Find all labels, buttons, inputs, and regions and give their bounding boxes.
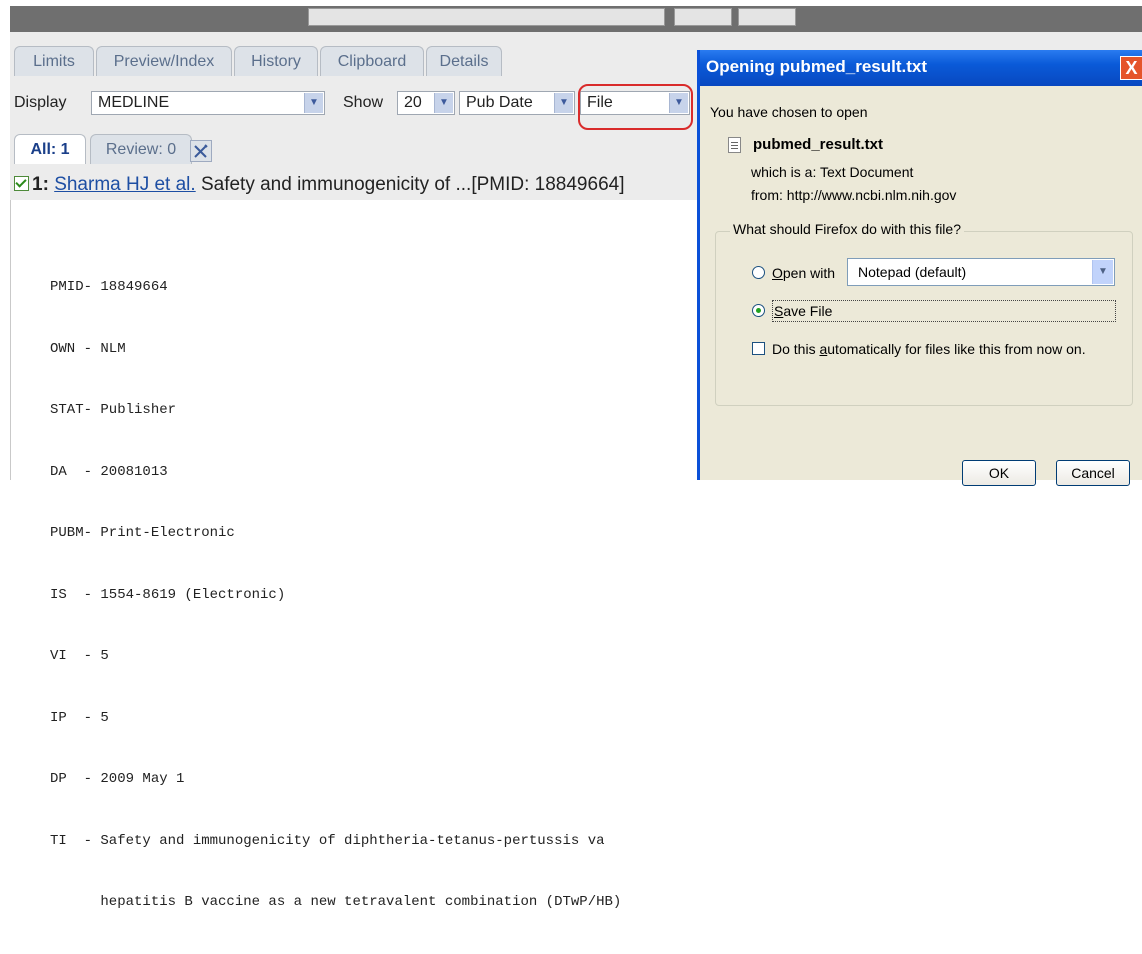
sort-select-value: Pub Date <box>466 94 533 111</box>
dialog-title: Opening pubmed_result.txt <box>706 57 928 76</box>
medline-line: IP - 5 <box>50 709 109 726</box>
show-select-value: 20 <box>404 94 422 111</box>
tab-preview-index[interactable]: Preview/Index <box>96 46 232 76</box>
search-field[interactable] <box>308 8 665 26</box>
show-label: Show <box>343 94 384 111</box>
tab-limits[interactable]: Limits <box>14 46 94 76</box>
display-select-value: MEDLINE <box>98 94 170 111</box>
medline-line: IS - 1554-8619 (Electronic) <box>50 586 286 603</box>
show-select[interactable]: 20 ▼ <box>397 91 455 115</box>
dialog-body: You have chosen to open pubmed_result.tx… <box>700 86 1142 486</box>
go-button[interactable] <box>674 8 732 26</box>
save-file-label[interactable]: Save File <box>774 303 832 319</box>
author-link[interactable]: Sharma HJ et al. <box>54 174 196 195</box>
tab-details[interactable]: Details <box>426 46 502 76</box>
save-file-radio[interactable] <box>752 304 765 317</box>
close-icon[interactable]: X <box>1120 56 1142 80</box>
auto-checkbox[interactable] <box>752 342 765 355</box>
tab-review[interactable]: Review: 0 <box>90 134 192 164</box>
display-label: Display <box>14 94 67 111</box>
tab-history[interactable]: History <box>234 46 318 76</box>
open-with-radio[interactable] <box>752 266 765 279</box>
chevron-down-icon: ▼ <box>304 93 323 113</box>
highlight-outline <box>578 84 693 130</box>
result-title: Safety and immunogenicity of ...[PMID: 1… <box>195 174 625 195</box>
left-margin <box>0 32 10 480</box>
chevron-down-icon: ▼ <box>434 93 453 113</box>
file-name: pubmed_result.txt <box>753 136 884 153</box>
medline-line: DP - 2009 May 1 <box>50 771 185 787</box>
cancel-button[interactable]: Cancel <box>1056 460 1130 486</box>
action-question: What should Firefox do with this file? <box>730 221 964 237</box>
dialog-titlebar[interactable]: Opening pubmed_result.txt <box>700 50 1142 86</box>
chevron-down-icon: ▼ <box>554 93 573 113</box>
open-with-app-select[interactable]: Notepad (default) ▼ <box>847 258 1115 286</box>
medline-line: VI - 5 <box>50 648 109 664</box>
auto-label[interactable]: Do this automatically for files like thi… <box>772 341 1086 357</box>
clear-button[interactable] <box>738 8 796 26</box>
content-border <box>10 200 11 480</box>
file-type: which is a: Text Document <box>751 164 914 180</box>
file-source: from: http://www.ncbi.nlm.nih.gov <box>751 187 957 203</box>
sort-select[interactable]: Pub Date ▼ <box>459 91 575 115</box>
download-dialog: Opening pubmed_result.txt You have chose… <box>697 50 1142 486</box>
medline-line: OWN - NLM <box>50 340 126 357</box>
medline-line: PMID- 18849664 <box>50 279 168 295</box>
result-item: 1: Sharma HJ et al. Safety and immunogen… <box>14 174 624 196</box>
chosen-text: You have chosen to open <box>710 104 868 120</box>
tab-all[interactable]: All: 1 <box>14 134 86 164</box>
medline-line: PUBM- Print-Electronic <box>50 525 235 541</box>
text-file-icon <box>728 137 741 153</box>
tools-icon[interactable] <box>190 140 212 162</box>
medline-line: TI - Safety and immunogenicity of diphth… <box>50 832 605 849</box>
ok-button[interactable]: OK <box>962 460 1036 486</box>
open-with-app-value: Notepad (default) <box>858 264 967 280</box>
chevron-down-icon: ▼ <box>1092 260 1113 284</box>
medline-line: hepatitis B vaccine as a new tetravalent… <box>50 894 622 910</box>
result-number: 1: <box>32 174 49 195</box>
medline-line: STAT- Publisher <box>50 402 177 418</box>
search-bar <box>10 6 1142 32</box>
display-select[interactable]: MEDLINE ▼ <box>91 91 325 115</box>
result-checkbox[interactable] <box>14 176 29 191</box>
tab-clipboard[interactable]: Clipboard <box>320 46 424 76</box>
medline-record: PMID- 18849664 OWN - NLM STAT- Publisher… <box>50 236 621 954</box>
open-with-label[interactable]: Open with <box>772 265 835 281</box>
medline-line: DA - 20081013 <box>50 463 168 480</box>
